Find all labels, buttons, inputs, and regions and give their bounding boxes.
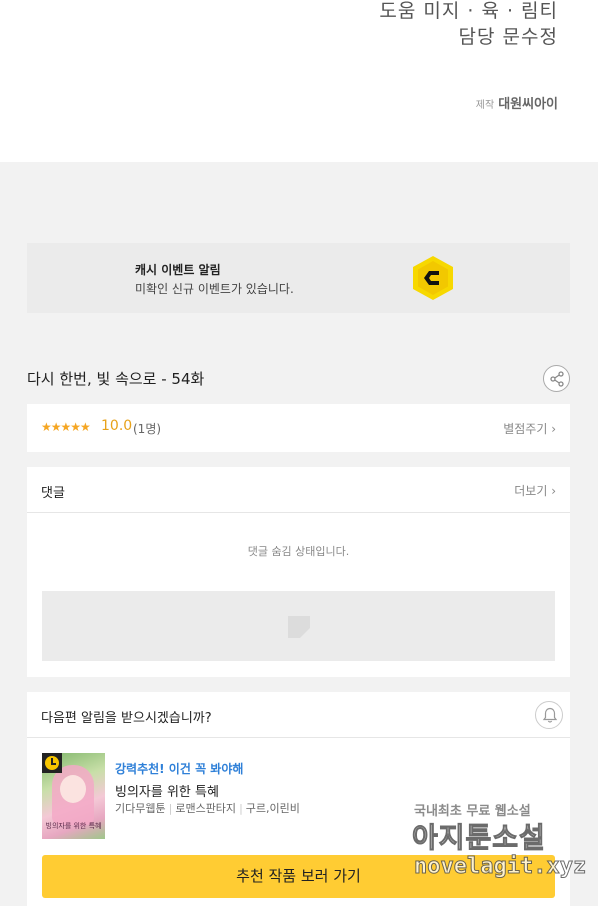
rating-score: 10.0 [101, 418, 133, 434]
cash-event-description: 미확인 신규 이벤트가 있습니다. [135, 282, 294, 296]
episode-title: 다시 한번, 빛 속으로 - 54화 [27, 370, 205, 388]
image-placeholder-icon [288, 616, 310, 638]
comments-more-button[interactable]: 더보기 › [514, 482, 556, 499]
recommend-tag: 강력추천! 이건 꼭 봐야해 [115, 762, 244, 776]
clock-icon [42, 753, 62, 773]
rating-card: ★★★★★ 10.0 (1명) 별점주기 › [27, 404, 570, 452]
share-button[interactable] [543, 365, 570, 392]
recommend-authors: 구르,이린비 [245, 802, 300, 815]
comments-header: 댓글 더보기 › [27, 467, 570, 513]
credit-assist: 도움 미지 · 육 · 림티 [379, 0, 558, 22]
ad-placeholder [42, 591, 555, 661]
comments-hidden-message: 댓글 숨김 상태입니다. [247, 545, 350, 558]
producer-label: 제작 [475, 100, 495, 111]
next-episode-question: 다음편 알림을 받으시겠습니까? [41, 711, 212, 726]
producer-name: 대원씨아이 [498, 97, 558, 112]
credits-section: 도움 미지 · 육 · 림티 담당 문수정 제작 대원씨아이 [0, 0, 598, 162]
rating-count: (1명) [133, 422, 162, 436]
cash-event-banner[interactable]: 캐시 이벤트 알림 미확인 신규 이벤트가 있습니다. [27, 243, 570, 313]
next-episode-header: 다음편 알림을 받으시겠습니까? [27, 692, 570, 738]
next-episode-card: 다음편 알림을 받으시겠습니까? 빙의자를 위한 특혜 강력추천! 이건 꼭 봐… [27, 692, 570, 906]
notify-button[interactable] [535, 701, 563, 729]
recommend-meta: 기다무웹툰 | 로맨스판타지 | 구르,이린비 [115, 800, 300, 816]
c-coin-icon [413, 256, 453, 300]
rate-button[interactable]: 별점주기 › [503, 420, 556, 437]
meta-divider: | [239, 802, 243, 815]
producer: 제작 대원씨아이 [476, 93, 558, 112]
recommend-genre-2: 로맨스판타지 [175, 802, 237, 815]
thumb-title: 빙의자를 위한 특혜 [45, 822, 102, 830]
recommend-title[interactable]: 빙의자를 위한 특혜 [115, 781, 219, 800]
comments-card: 댓글 더보기 › 댓글 숨김 상태입니다. [27, 467, 570, 677]
share-icon [550, 371, 564, 387]
comments-title: 댓글 [41, 486, 65, 501]
recommend-thumbnail[interactable]: 빙의자를 위한 특혜 [42, 753, 105, 839]
bell-icon [542, 707, 558, 723]
thumb-face [60, 775, 86, 803]
credit-editor: 담당 문수정 [458, 26, 558, 48]
go-recommend-button[interactable]: 추천 작품 보러 가기 [42, 855, 555, 898]
cash-event-title: 캐시 이벤트 알림 [135, 263, 221, 277]
rating-stars: ★★★★★ [41, 420, 91, 434]
meta-divider: | [168, 802, 173, 815]
recommend-genre-1: 기다무웹툰 [115, 802, 166, 815]
